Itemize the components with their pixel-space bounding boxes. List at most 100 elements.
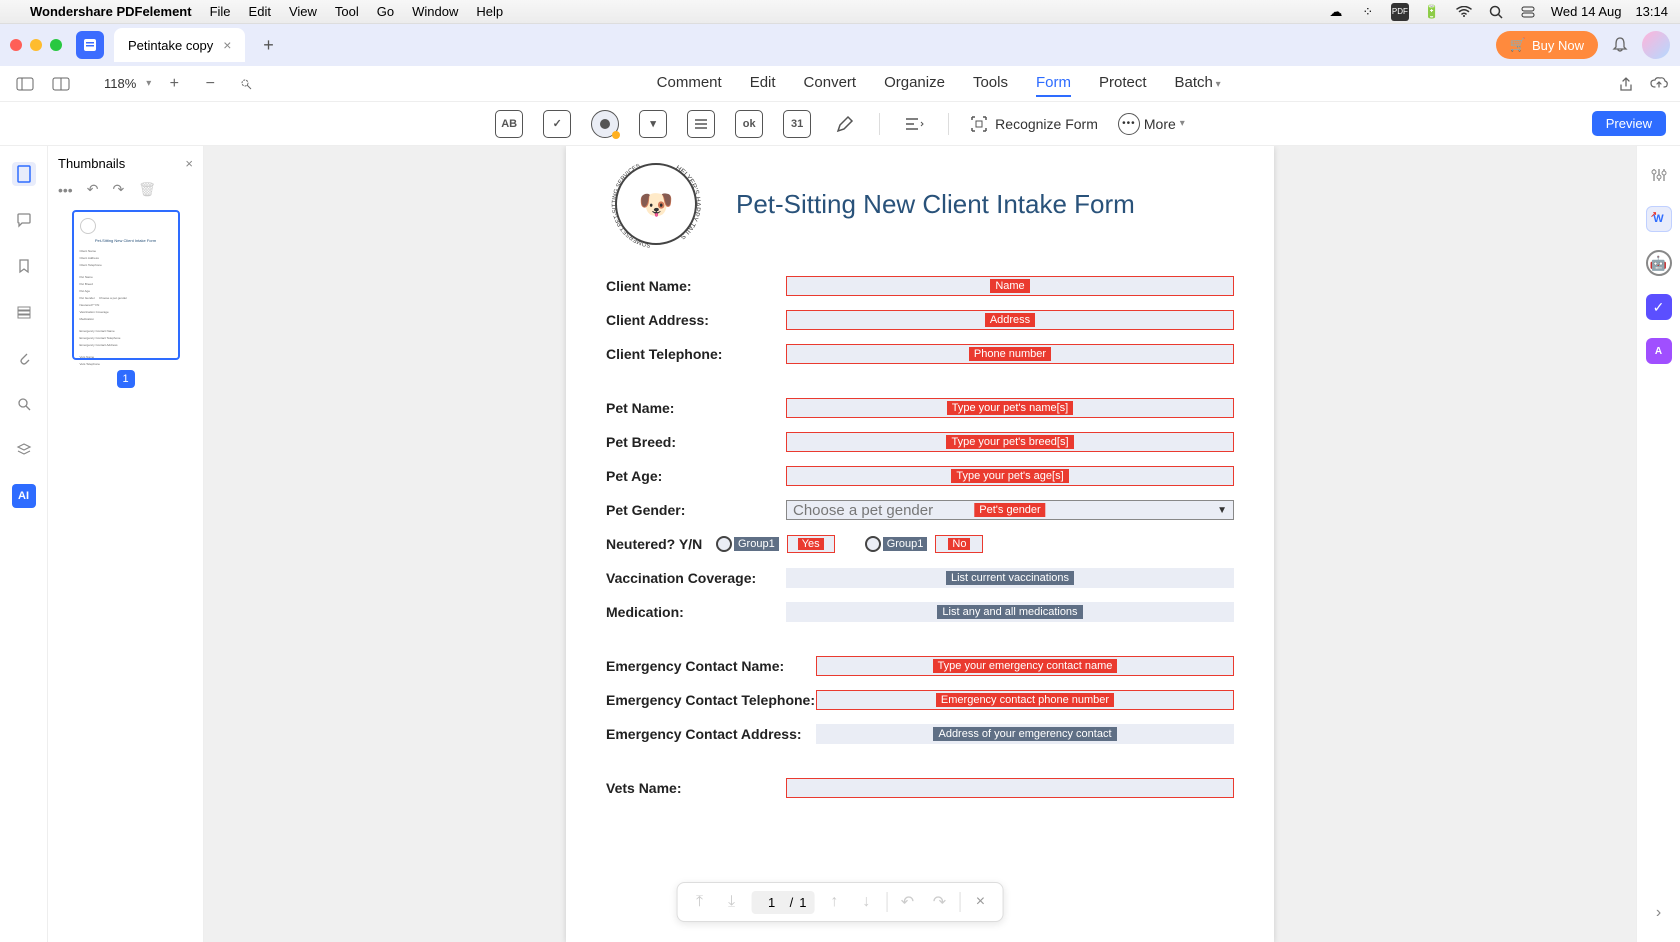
yes-label-field[interactable]: Yes	[787, 535, 835, 553]
neutered-yes-radio[interactable]: Group1	[716, 536, 787, 552]
shield-check-icon[interactable]: ✓	[1646, 294, 1672, 320]
zoom-value[interactable]: 118%	[104, 76, 136, 91]
status-time[interactable]: 13:14	[1635, 4, 1668, 19]
text-field-tool[interactable]: AB	[495, 110, 523, 138]
wifi-icon[interactable]	[1455, 3, 1473, 21]
more-button[interactable]: ••• More ▾	[1118, 113, 1185, 135]
translate-icon[interactable]: A	[1646, 338, 1672, 364]
client-address-field[interactable]: Address	[786, 310, 1234, 330]
dots-icon[interactable]: ⁘	[1359, 3, 1377, 21]
next-page-button[interactable]: ↓	[854, 890, 878, 914]
notifications-icon[interactable]	[1610, 35, 1630, 55]
delete-page-icon[interactable]: 🗑	[138, 181, 156, 198]
battery-icon[interactable]: 🔋	[1423, 3, 1441, 21]
new-tab-button[interactable]: +	[253, 30, 283, 60]
thumb-menu-icon[interactable]: •••	[58, 182, 73, 198]
vaccination-field[interactable]: List current vaccinations	[786, 568, 1234, 588]
ec-name-field[interactable]: Type your emergency contact name	[816, 656, 1234, 676]
client-telephone-field[interactable]: Phone number	[786, 344, 1234, 364]
page-input-box[interactable]: / 1	[752, 891, 815, 914]
menu-edit[interactable]: Edit	[249, 4, 271, 19]
pet-breed-field[interactable]: Type your pet's breed[s]	[786, 432, 1234, 452]
tab-comment[interactable]: Comment	[657, 70, 722, 97]
panel-toggle-icon[interactable]	[48, 71, 74, 97]
tab-organize[interactable]: Organize	[884, 70, 945, 97]
minimize-window[interactable]	[30, 39, 42, 51]
pet-name-field[interactable]: Type your pet's name[s]	[786, 398, 1234, 418]
close-nav-button[interactable]: ×	[968, 890, 992, 914]
tab-tools[interactable]: Tools	[973, 70, 1008, 97]
zoom-out-button[interactable]: −	[197, 71, 223, 97]
document-canvas[interactable]: 🐶 HELYER'S HAPPY TAILS SOMERSET PET-SITT…	[204, 146, 1636, 942]
ec-telephone-field[interactable]: Emergency contact phone number	[816, 690, 1234, 710]
close-thumbnails-icon[interactable]: ×	[185, 156, 193, 171]
properties-icon[interactable]	[1646, 162, 1672, 188]
ec-address-field[interactable]: Address of your emgerency contact	[816, 724, 1234, 744]
tab-batch[interactable]: Batch	[1175, 70, 1221, 97]
sidebar-toggle-icon[interactable]	[12, 71, 38, 97]
user-avatar[interactable]	[1642, 31, 1670, 59]
redo-button[interactable]: ↷	[927, 890, 951, 914]
buy-now-button[interactable]: 🛒 Buy Now	[1496, 31, 1598, 59]
button-tool[interactable]: ok	[735, 110, 763, 138]
radio-tool[interactable]	[591, 110, 619, 138]
date-tool[interactable]: 31	[783, 110, 811, 138]
first-page-button[interactable]: ⤒	[688, 890, 712, 914]
menu-tool[interactable]: Tool	[335, 4, 359, 19]
vets-name-field[interactable]	[786, 778, 1234, 798]
no-label-field[interactable]: No	[935, 535, 983, 553]
stack-icon[interactable]	[12, 438, 36, 462]
pet-gender-select[interactable]: Choose a pet genderPet's gender▼	[786, 500, 1234, 520]
fit-page-icon[interactable]	[233, 71, 259, 97]
tab-protect[interactable]: Protect	[1099, 70, 1147, 97]
word-export-icon[interactable]: W↗	[1646, 206, 1672, 232]
attachments-icon[interactable]	[12, 346, 36, 370]
pet-age-field[interactable]: Type your pet's age[s]	[786, 466, 1234, 486]
checkbox-tool[interactable]: ✓	[543, 110, 571, 138]
search-panel-icon[interactable]	[12, 392, 36, 416]
tab-form[interactable]: Form	[1036, 70, 1071, 97]
share-icon[interactable]	[1618, 76, 1634, 92]
preview-button[interactable]: Preview	[1592, 111, 1666, 136]
rotate-right-icon[interactable]: ↷	[112, 181, 124, 198]
layers-icon[interactable]	[12, 300, 36, 324]
close-window[interactable]	[10, 39, 22, 51]
ai-assistant-icon[interactable]: 🤖	[1646, 250, 1672, 276]
combo-tool[interactable]: ▾	[639, 110, 667, 138]
expand-right-panel-icon[interactable]: ›	[1656, 904, 1661, 922]
last-page-button[interactable]: ⤓	[720, 890, 744, 914]
client-name-field[interactable]: Name	[786, 276, 1234, 296]
page-thumbnail-1[interactable]: Pet-Sitting New Client Intake Form Clien…	[72, 210, 180, 360]
menu-file[interactable]: File	[210, 4, 231, 19]
cloud-upload-icon[interactable]	[1650, 76, 1668, 92]
list-tool[interactable]	[687, 110, 715, 138]
tab-convert[interactable]: Convert	[804, 70, 857, 97]
rotate-left-icon[interactable]: ↶	[87, 181, 99, 198]
neutered-no-radio[interactable]: Group1	[865, 536, 936, 552]
control-center-icon[interactable]	[1519, 3, 1537, 21]
prev-page-button[interactable]: ↑	[822, 890, 846, 914]
menu-help[interactable]: Help	[476, 4, 503, 19]
window-controls[interactable]	[10, 39, 62, 51]
maximize-window[interactable]	[50, 39, 62, 51]
bookmarks-icon[interactable]	[12, 254, 36, 278]
signature-tool[interactable]	[831, 110, 859, 138]
cloud-icon[interactable]: ☁	[1327, 3, 1345, 21]
status-date[interactable]: Wed 14 Aug	[1551, 4, 1622, 19]
close-tab-icon[interactable]: ×	[223, 37, 231, 53]
menu-window[interactable]: Window	[412, 4, 458, 19]
app-name[interactable]: Wondershare PDFelement	[30, 4, 192, 19]
tab-edit[interactable]: Edit	[750, 70, 776, 97]
zoom-dropdown-icon[interactable]: ▾	[146, 78, 151, 89]
recognize-form-button[interactable]: Recognize Form	[969, 114, 1098, 134]
medication-field[interactable]: List any and all medications	[786, 602, 1234, 622]
undo-button[interactable]: ↶	[895, 890, 919, 914]
search-icon[interactable]	[1487, 3, 1505, 21]
pdf-badge[interactable]: PDF	[1391, 3, 1409, 21]
menu-go[interactable]: Go	[377, 4, 394, 19]
document-tab[interactable]: Petintake copy ×	[114, 28, 245, 62]
menu-view[interactable]: View	[289, 4, 317, 19]
thumbnails-icon[interactable]	[12, 162, 36, 186]
comments-icon[interactable]	[12, 208, 36, 232]
align-tool[interactable]	[900, 110, 928, 138]
